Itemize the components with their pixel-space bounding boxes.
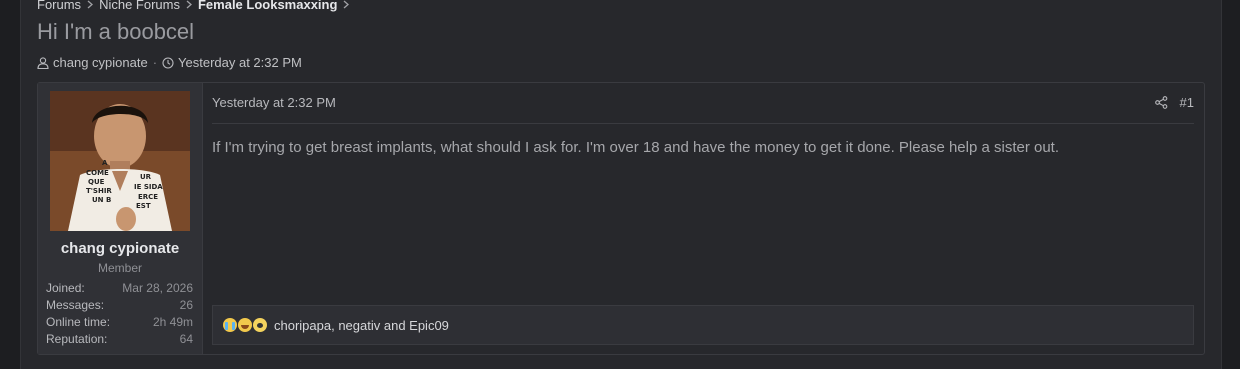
stat-label: Joined: [46, 281, 85, 295]
avatar-shirt-text: QUE [88, 178, 105, 186]
avatar[interactable]: A COME QUE T'SHIR UN B UR IE SIDA ERCE E… [50, 91, 190, 231]
breadcrumb-niche-forums[interactable]: Niche Forums [99, 0, 180, 12]
reactions-bar[interactable]: choripapa, negativ and Epic09 [212, 305, 1194, 345]
stat-label: Reputation: [46, 332, 108, 346]
meta-separator: · [152, 55, 158, 70]
post-message: A COME QUE T'SHIR UN B UR IE SIDA ERCE E… [37, 82, 1205, 355]
stat-label: Online time: [46, 315, 111, 329]
reaction-users-link[interactable]: choripapa, negativ and Epic09 [274, 318, 449, 333]
post-date-link[interactable]: Yesterday at 2:32 PM [212, 95, 336, 110]
thread-meta: chang cypionate · Yesterday at 2:32 PM [37, 55, 302, 70]
thread-author-link[interactable]: chang cypionate [53, 55, 148, 70]
avatar-shirt-text: UR [140, 173, 152, 181]
stat-label: Messages: [46, 298, 105, 312]
avatar-shirt-text: EST [136, 202, 151, 210]
avatar-shirt-text: COME [86, 169, 109, 177]
clock-icon [162, 56, 174, 69]
post-username[interactable]: chang cypionate [38, 240, 202, 257]
stat-row-reputation: Reputation: 64 [46, 331, 193, 348]
stat-row-joined: Joined: Mar 28, 2026 [46, 280, 193, 297]
stat-value: 2h 49m [152, 315, 193, 329]
breadcrumb-female-looksmaxxing[interactable]: Female Looksmaxxing [198, 0, 337, 12]
stat-value: Mar 28, 2026 [122, 281, 193, 295]
chevron-right-icon [87, 0, 94, 9]
avatar-shirt-text: UN B [92, 196, 111, 204]
joy-emoji-icon [238, 318, 252, 332]
chevron-right-icon [186, 0, 192, 9]
page-container: Forums Niche Forums Female Looksmaxxing … [20, 0, 1222, 369]
post-header: Yesterday at 2:32 PM #1 [212, 95, 1194, 111]
post-user-cell: A COME QUE T'SHIR UN B UR IE SIDA ERCE E… [38, 83, 203, 354]
chevron-right-icon [343, 0, 350, 9]
reaction-icons [223, 318, 268, 332]
divider [212, 123, 1194, 124]
avatar-shirt-text: IE SIDA [134, 183, 163, 191]
post-body: If I'm trying to get breast implants, wh… [212, 139, 1060, 156]
post-number-link[interactable]: #1 [1180, 95, 1194, 110]
page-title: Hi I'm a boobcel [37, 19, 195, 44]
breadcrumb: Forums Niche Forums Female Looksmaxxing [37, 0, 355, 12]
user-stats: Joined: Mar 28, 2026 Messages: 26 Online… [46, 280, 193, 348]
breadcrumb-forums[interactable]: Forums [37, 0, 81, 12]
user-icon [37, 56, 49, 69]
stat-value: 64 [179, 332, 193, 346]
avatar-shirt-text: A [102, 159, 108, 167]
stat-row-online-time: Online time: 2h 49m [46, 314, 193, 331]
teary-emoji-icon [253, 318, 267, 332]
stat-row-messages: Messages: 26 [46, 297, 193, 314]
share-icon[interactable] [1155, 96, 1168, 109]
avatar-shirt-text: ERCE [138, 193, 158, 201]
sob-emoji-icon [223, 318, 237, 332]
stat-value: 26 [179, 298, 193, 312]
avatar-shirt-text: T'SHIR [86, 187, 112, 195]
thread-date-link[interactable]: Yesterday at 2:32 PM [178, 55, 302, 70]
user-title: Member [97, 261, 142, 275]
